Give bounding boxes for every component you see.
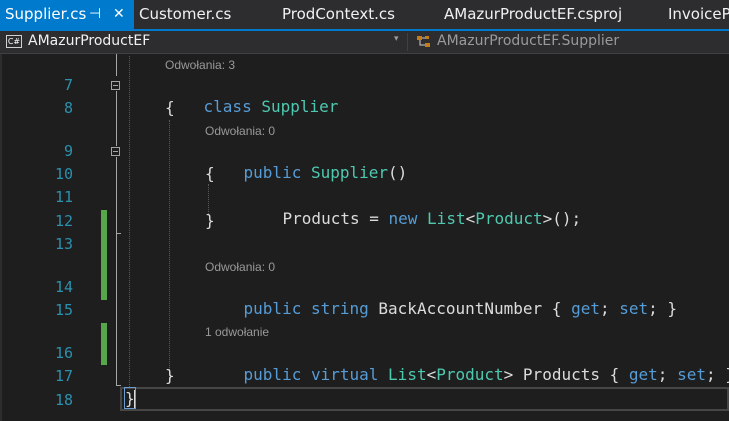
text-caret	[134, 390, 135, 408]
editor-margin	[0, 54, 2, 421]
code-text: ()	[388, 163, 408, 182]
code-line: public string BackAccountNumber { get; s…	[205, 276, 678, 318]
type-name: List	[388, 365, 427, 384]
class-icon	[417, 36, 430, 47]
type-name: List	[427, 209, 466, 228]
keyword: public	[243, 365, 302, 384]
outline-line	[116, 54, 117, 76]
outline-line	[116, 234, 117, 385]
member-name: AMazurProductEF.Supplier	[437, 33, 620, 49]
keyword: get	[628, 365, 658, 384]
tab-label: AMazurProductEF.csproj	[444, 5, 623, 23]
divider	[407, 33, 408, 51]
line-number: 7	[63, 76, 73, 94]
tab-label: Customer.cs	[139, 5, 232, 23]
tab-bar: Supplier.cs ⊣ ✕ Customer.cs ProdContext.…	[0, 0, 729, 29]
tab-amazurproductef-csproj[interactable]: AMazurProductEF.csproj	[429, 0, 657, 29]
tab-label: InvoicePr	[668, 5, 729, 23]
code-text: ;	[657, 365, 678, 384]
code-line: public Supplier()	[205, 140, 408, 182]
outline-line	[116, 91, 117, 146]
keyword: set	[619, 299, 649, 318]
code-text: ; }	[705, 365, 729, 384]
indent-guide	[169, 120, 170, 382]
code-text: <	[426, 365, 437, 384]
type-name: Product	[436, 365, 504, 384]
keyword: string	[310, 299, 369, 318]
code-line: public virtual List<Product> Products { …	[205, 342, 729, 384]
chevron-down-icon: ▾	[394, 34, 399, 44]
line-number: 9	[63, 142, 73, 160]
close-icon[interactable]: ✕	[113, 0, 125, 29]
csharp-project-icon: C#	[6, 35, 22, 48]
keyword: new	[388, 209, 418, 228]
code-text: > Products {	[503, 365, 629, 384]
navigation-bar: C# AMazurProductEF ▾ AMazurProductEF.Sup…	[0, 31, 729, 54]
tab-invoice[interactable]: InvoicePr	[657, 0, 729, 29]
tab-customer-cs[interactable]: Customer.cs	[134, 0, 269, 29]
current-line-highlight	[120, 387, 729, 411]
codelens-references[interactable]: Odwołania: 0	[205, 123, 275, 139]
keyword: class	[203, 97, 252, 116]
line-number: 13	[54, 235, 73, 253]
change-marker	[101, 323, 107, 365]
collapse-constructor-toggle[interactable]	[111, 147, 120, 156]
code-line: }	[205, 211, 215, 230]
code-text: Products =	[282, 209, 389, 228]
line-number: 12	[54, 212, 73, 230]
line-number: 14	[54, 278, 73, 296]
pin-icon[interactable]: ⊣	[89, 0, 101, 29]
change-marker	[101, 210, 107, 300]
type-name: Product	[475, 209, 543, 228]
project-name: AMazurProductEF	[28, 33, 151, 49]
keyword: set	[677, 365, 706, 384]
keyword: virtual	[310, 365, 379, 384]
line-number: 8	[63, 99, 73, 117]
tab-label: Supplier.cs	[5, 5, 87, 23]
keyword: get	[571, 299, 600, 318]
member-dropdown[interactable]: AMazurProductEF.Supplier	[410, 31, 729, 53]
tab-supplier-cs[interactable]: Supplier.cs ⊣ ✕	[0, 0, 134, 29]
outline-line	[116, 157, 117, 233]
line-number: 11	[54, 188, 73, 206]
collapse-class-toggle[interactable]	[111, 81, 120, 90]
tab-prodcontext-cs[interactable]: ProdContext.cs	[269, 0, 429, 29]
codelens-references[interactable]: Odwołania: 0	[205, 259, 275, 275]
project-dropdown[interactable]: C# AMazurProductEF ▾	[0, 31, 407, 53]
code-text: ;	[599, 299, 620, 318]
codelens-references[interactable]: Odwołania: 3	[165, 57, 235, 73]
indent-guide	[129, 56, 130, 387]
line-number: 17	[54, 367, 73, 385]
code-text: >();	[542, 209, 582, 228]
code-text: ; }	[648, 299, 678, 318]
code-line: }	[165, 366, 175, 385]
line-number: 16	[54, 344, 73, 362]
code-text: BackAccountNumber {	[378, 299, 572, 318]
keyword: public	[243, 163, 302, 182]
code-line: {	[205, 164, 215, 183]
line-number: 15	[54, 301, 73, 319]
code-line: class Supplier	[165, 74, 339, 116]
keyword: public	[243, 299, 302, 318]
line-number: 18	[54, 391, 73, 409]
line-number: 10	[54, 165, 73, 183]
code-text: <	[465, 209, 476, 228]
code-line: {	[165, 98, 175, 117]
type-name: Supplier	[310, 163, 389, 182]
outline-end	[116, 385, 121, 386]
type-name: Supplier	[261, 97, 339, 116]
tab-label: ProdContext.cs	[282, 5, 395, 23]
code-editor[interactable]: 7 8 9 10 11 12 13 14 15 16 17 18 Odwołan…	[0, 54, 729, 421]
code-line: Products = new List<Product>();	[244, 186, 582, 228]
